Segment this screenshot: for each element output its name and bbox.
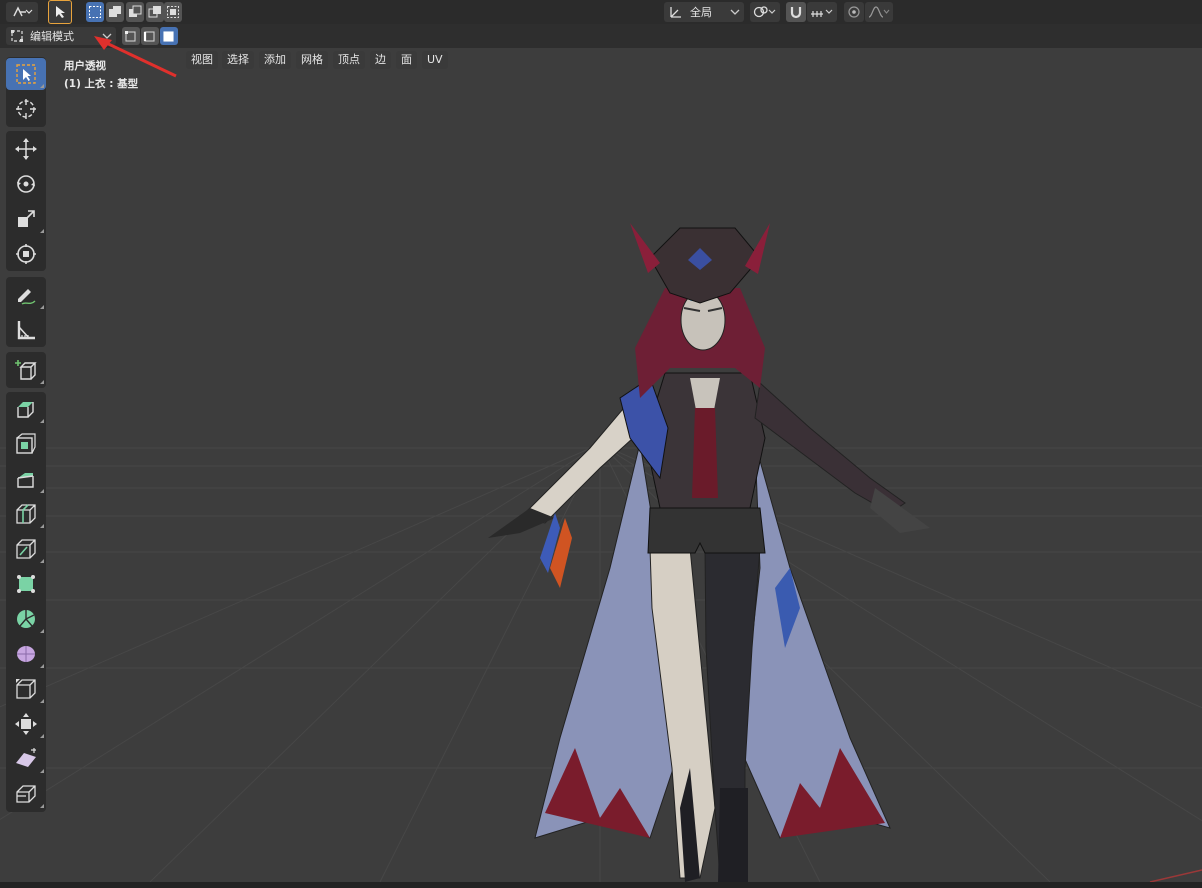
tool-smooth[interactable] [6,638,46,670]
tool-extrude-region[interactable] [6,393,46,425]
select-new-icon [89,6,101,18]
smooth-icon [17,646,35,662]
select-invert-icon [148,6,161,18]
bevel-icon [17,473,34,488]
select-intersect-icon [167,6,179,18]
pointer-icon [56,6,65,18]
chevron-down-icon [730,9,740,15]
tool-loop-cut[interactable] [6,498,46,530]
move-icon [15,138,37,160]
select-mode-button[interactable] [48,0,72,24]
transform-orientation-label: 全局 [690,6,712,19]
snap-toggle[interactable] [786,2,806,22]
poly-build-icon [17,575,35,593]
select-subtract-button[interactable] [126,2,144,22]
tool-spin[interactable] [6,603,46,635]
select-new-button[interactable] [86,2,104,22]
transform-icon [16,244,36,264]
select-invert-button[interactable] [146,2,164,22]
edge-slide-icon [16,679,36,699]
tool-poly-build[interactable] [6,568,46,600]
mode-label: 编辑模式 [30,30,74,43]
bottom-edge [0,882,1202,888]
snap-increment-icon [811,9,833,17]
tool-shear[interactable] [6,743,46,775]
shear-icon [16,748,36,767]
pencil-icon [18,289,36,305]
tool-rip-region[interactable] [6,778,46,810]
pivot-point-dropdown[interactable] [750,2,780,22]
pivot-icon [753,6,776,18]
cursor-icon [16,99,36,119]
loop-cut-icon [16,504,36,524]
magnet-icon [790,7,802,19]
rotate-icon [17,175,35,193]
tool-select-box[interactable] [6,58,46,90]
tool-measure[interactable] [6,314,46,346]
editor-type-icon [13,6,33,17]
snap-target-dropdown[interactable] [807,2,837,22]
tool-edge-slide[interactable] [6,673,46,705]
falloff-curve-icon [868,6,890,18]
tool-bevel[interactable] [6,463,46,495]
tool-shrink-fatten[interactable] [6,708,46,740]
top-header: 全局 [0,0,1202,24]
tool-cursor[interactable] [6,93,46,125]
tool-rotate[interactable] [6,168,46,200]
transform-orientation-dropdown[interactable]: 全局 [664,2,744,22]
scale-icon [18,210,35,227]
tool-move[interactable] [6,133,46,165]
tool-knife[interactable] [6,533,46,565]
select-subtract-icon [129,5,142,17]
tool-transform[interactable] [6,238,46,270]
knife-icon [16,539,36,559]
shrink-fatten-icon [15,713,37,735]
tool-annotate[interactable] [6,279,46,311]
select-extend-icon [109,6,121,17]
inset-faces-icon [16,433,36,454]
add-cube-icon [15,360,37,380]
select-extend-button[interactable] [106,2,124,22]
x-axis-line [1149,869,1202,882]
spin-icon [17,610,35,628]
proportional-edit-icon [848,6,860,18]
proportional-falloff-dropdown[interactable] [865,2,893,22]
select-intersect-button[interactable] [164,2,182,22]
ruler-icon [17,321,35,340]
select-box-icon [16,64,36,84]
rip-region-icon [16,785,36,803]
tool-add-cube[interactable] [6,354,46,386]
annotation-arrow [94,36,177,78]
tool-inset-faces[interactable] [6,428,46,460]
proportional-editing-toggle[interactable] [844,2,864,22]
extrude-icon [17,402,34,418]
editor-type-button[interactable] [6,2,38,22]
tool-scale[interactable] [6,203,46,235]
3d-viewport[interactable] [0,48,1202,882]
orientation-icon [670,7,681,18]
edit-mode-icon [11,30,23,42]
